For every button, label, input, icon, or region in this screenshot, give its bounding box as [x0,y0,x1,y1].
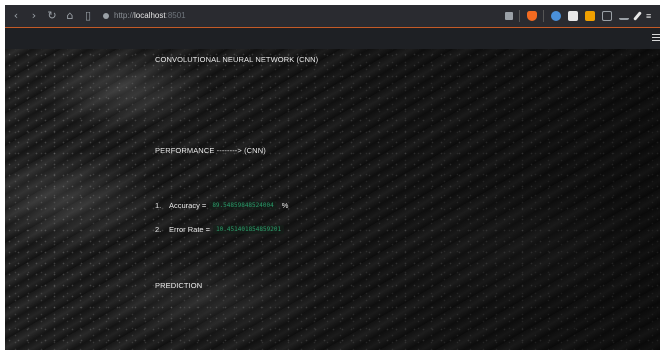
download-icon[interactable] [619,12,629,20]
accuracy-metric: 1. Accuracy = 89.54859848524004 % [155,201,288,210]
address-bar[interactable]: http:// localhost :8501 [103,8,186,24]
prediction-heading: PREDICTION [155,281,203,290]
metric-unit: % [281,201,289,210]
hamburger-menu-icon[interactable] [652,34,660,42]
extensions-area: ≡ [498,5,654,27]
brave-shield-icon[interactable] [527,11,537,21]
extension-icon[interactable] [551,11,561,21]
extension-icon[interactable] [602,11,612,21]
error-rate-value: 10.451401854859201 [213,225,285,234]
reload-icon[interactable]: ↻ [45,9,59,23]
menu-icon[interactable]: ≡ [646,11,654,21]
extension-icon[interactable] [568,11,578,21]
forward-icon[interactable]: › [27,9,41,23]
metric-index: 2. [155,225,162,234]
metric-label: Error Rate = [169,225,211,234]
pen-icon[interactable] [633,11,642,21]
error-rate-metric: 2. Error Rate = 10.451401854859201 [155,225,285,234]
url-port: :8501 [165,11,186,20]
url-scheme: http:// [114,11,135,20]
main-content: CONVOLUTIONAL NEURAL NETWORK (CNN) PERFO… [5,49,660,350]
site-info-icon[interactable] [103,13,109,19]
home-icon[interactable]: ⌂ [63,9,77,23]
toolbar-divider [543,10,544,22]
url-host: localhost [134,11,166,20]
browser-window: ‹ › ↻ ⌂ ▯ http:// localhost :8501 ≡ CONV… [5,5,660,350]
bookmark-icon[interactable]: ▯ [81,9,95,23]
back-icon[interactable]: ‹ [9,9,23,23]
performance-heading: PERFORMANCE --------> (CNN) [155,146,266,155]
metric-index: 1. [155,201,162,210]
app-header [5,28,660,49]
browser-toolbar: ‹ › ↻ ⌂ ▯ http:// localhost :8501 ≡ [5,5,660,28]
toolbar-divider [519,10,520,22]
page-title: CONVOLUTIONAL NEURAL NETWORK (CNN) [155,55,319,64]
share-icon[interactable] [505,12,513,20]
metric-label: Accuracy = [169,201,207,210]
accuracy-value: 89.54859848524004 [209,201,277,210]
content-column: CONVOLUTIONAL NEURAL NETWORK (CNN) PERFO… [155,49,595,350]
extension-icon[interactable] [585,11,595,21]
